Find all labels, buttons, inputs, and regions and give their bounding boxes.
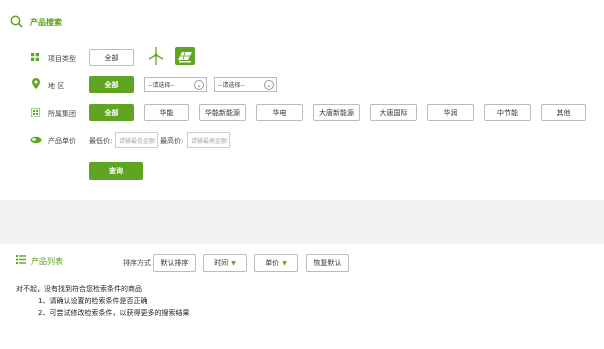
- group-option-button[interactable]: 华润: [427, 104, 474, 121]
- group-option-button[interactable]: 中节能: [484, 104, 531, 121]
- sort-time-button[interactable]: 时间 ▼: [203, 254, 247, 272]
- solar-panel-icon[interactable]: [175, 47, 195, 65]
- triangle-down-icon: ▼: [282, 259, 287, 267]
- group-option-button[interactable]: 华能: [144, 104, 189, 121]
- city-select[interactable]: --请选择-- ⌄: [214, 77, 277, 92]
- group-option-button[interactable]: 大唐国际: [370, 104, 417, 121]
- group-all-button[interactable]: 全部: [89, 104, 134, 121]
- chevron-down-icon: ⌄: [264, 80, 274, 90]
- sort-reset-label: 恢复默认: [313, 259, 342, 267]
- triangle-down-icon: ▼: [231, 259, 236, 267]
- search-icon: [10, 15, 23, 28]
- sort-price-label: 单价: [265, 259, 280, 267]
- page-title: 产品搜索: [30, 18, 62, 27]
- region-label: 地 区: [48, 82, 65, 90]
- max-price-input[interactable]: 请输最高金额: [187, 132, 230, 148]
- province-select[interactable]: --请选择-- ⌄: [144, 77, 207, 92]
- group-option-button[interactable]: 其他: [541, 104, 586, 121]
- grid-icon: [31, 53, 39, 61]
- empty-message-line: 1、请确认设置的检索条件是否正确: [38, 297, 148, 305]
- project-type-all-button[interactable]: 全部: [89, 49, 134, 66]
- chevron-down-icon: ⌄: [194, 80, 204, 90]
- sort-label: 排序方式: [123, 259, 151, 267]
- building-icon: [31, 108, 40, 117]
- sort-default-button[interactable]: 默认排序: [153, 254, 196, 272]
- group-option-button[interactable]: 华电: [256, 104, 303, 121]
- city-select-value: --请选择--: [218, 82, 245, 89]
- search-button[interactable]: 查询: [89, 162, 143, 180]
- sort-time-label: 时间: [214, 259, 229, 267]
- empty-message-line: 对不起，没有找到符合您检索条件的商品: [16, 285, 142, 293]
- sort-reset-button[interactable]: 恢复默认: [306, 254, 349, 272]
- region-all-button[interactable]: 全部: [89, 76, 134, 93]
- sort-price-button[interactable]: 单价 ▼: [254, 254, 298, 272]
- group-option-button[interactable]: 华能新能源: [199, 104, 246, 121]
- location-pin-icon: [32, 78, 40, 89]
- list-title: 产品列表: [31, 257, 63, 266]
- group-option-button[interactable]: 大唐新能源: [313, 104, 360, 121]
- min-price-input[interactable]: 请输最低金额: [115, 132, 158, 148]
- price-tag-icon: [30, 136, 42, 144]
- list-icon: [16, 255, 26, 264]
- province-select-value: --请选择--: [148, 82, 175, 89]
- sort-default-label: 默认排序: [160, 259, 189, 267]
- min-price-label: 最低价:: [89, 137, 113, 145]
- group-label: 所属集团: [48, 110, 76, 118]
- max-price-label: 最高价:: [160, 137, 184, 145]
- wind-turbine-icon[interactable]: [147, 46, 165, 66]
- price-label: 产品单价: [48, 137, 76, 145]
- project-type-label: 项目类型: [48, 55, 76, 63]
- empty-message-line: 2、可尝试修改检索条件，以获得更多的搜索结果: [38, 309, 190, 317]
